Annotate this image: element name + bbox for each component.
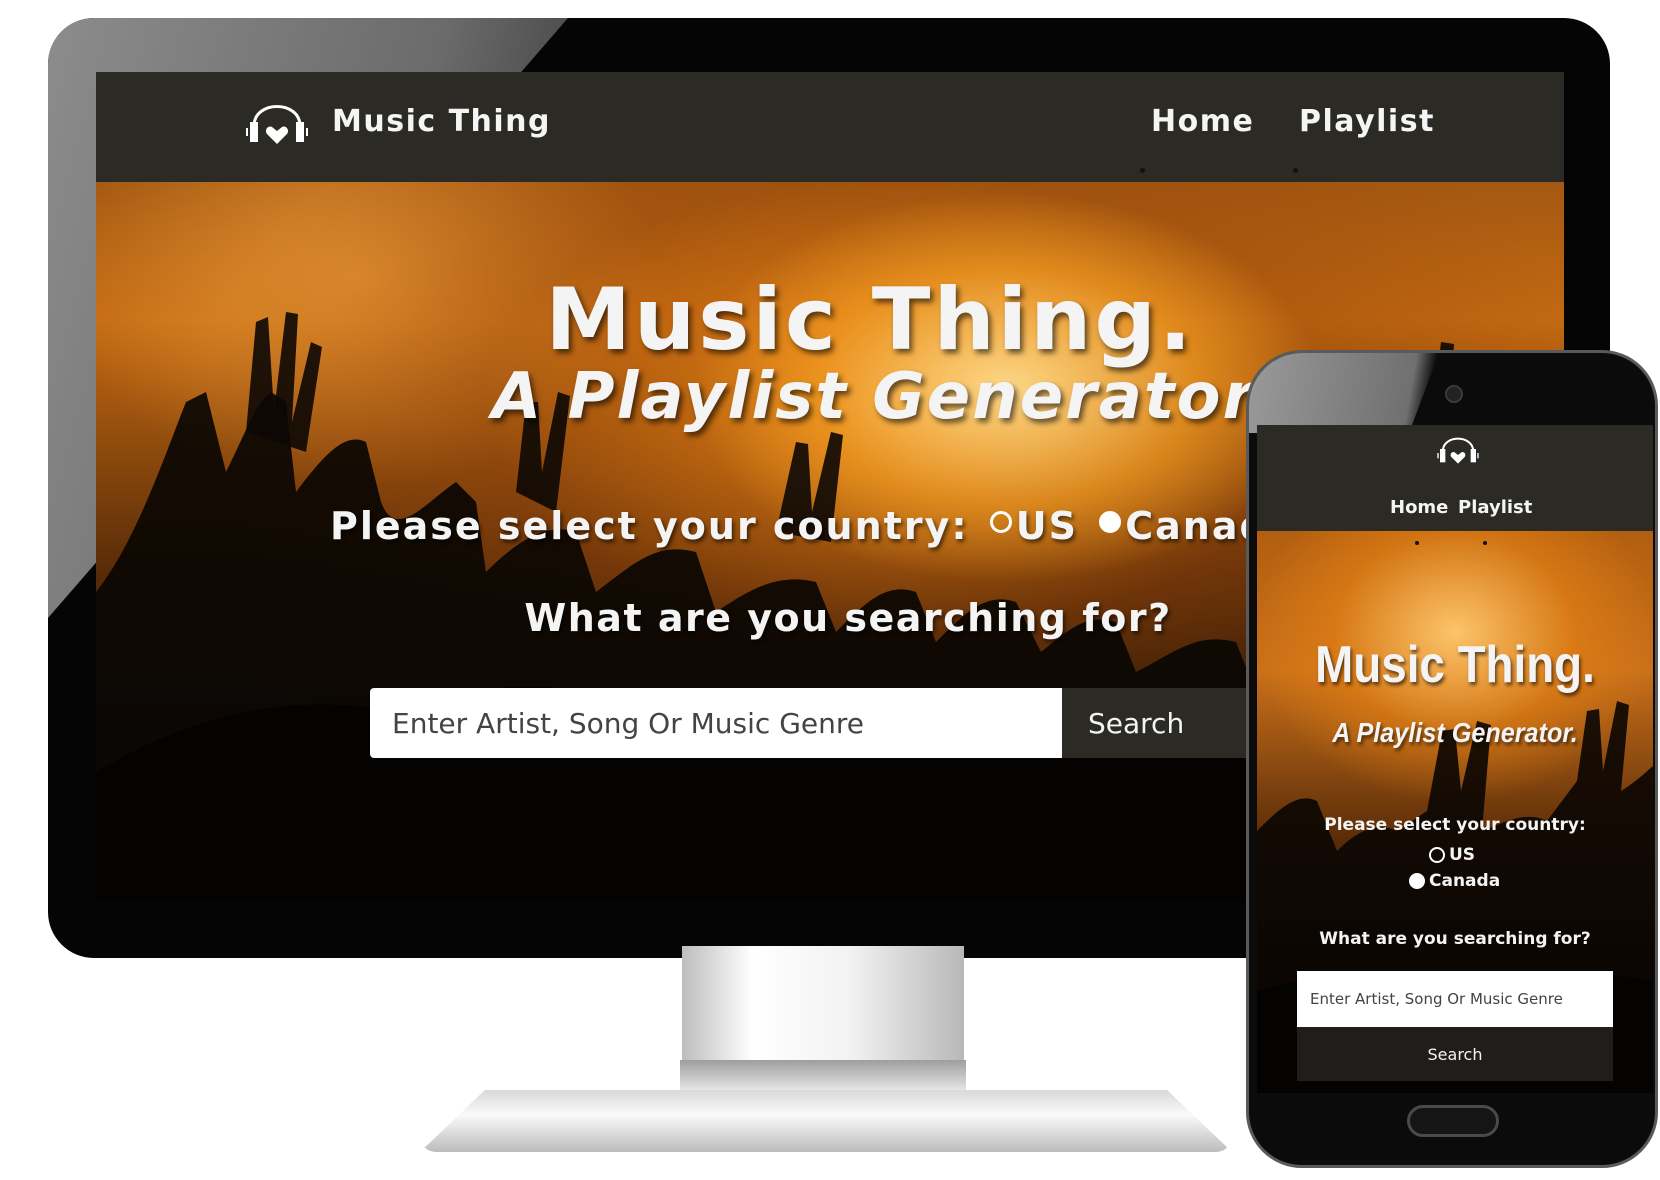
country-label-us[interactable]: US — [1016, 504, 1078, 548]
nav-indicator-dot — [1415, 541, 1419, 545]
monitor-stand-base — [420, 1090, 1232, 1152]
search-question: What are you searching for? — [1319, 929, 1591, 949]
search-button[interactable]: Search — [1062, 688, 1262, 758]
nav-indicator-dot — [1140, 168, 1145, 173]
country-label-us[interactable]: US — [1449, 845, 1475, 865]
search-input[interactable] — [1297, 971, 1613, 1027]
nav-home-link[interactable]: Home — [1390, 497, 1448, 518]
headphones-heart-icon[interactable] — [1437, 429, 1479, 477]
country-prompt: Please select your country: — [1324, 815, 1586, 835]
country-radio-us[interactable] — [1429, 847, 1445, 863]
mobile-navbar: Home Playlist — [1257, 425, 1653, 531]
country-option-canada[interactable]: Canada — [1409, 871, 1500, 891]
country-selector: Please select your country: US Canada — [330, 504, 1296, 548]
nav-playlist-link[interactable]: Playlist — [1458, 497, 1532, 518]
desktop-navbar: Music Thing Home Playlist — [96, 72, 1564, 182]
country-radio-canada[interactable] — [1099, 511, 1122, 533]
nav-home-link[interactable]: Home — [1151, 104, 1254, 139]
brand-name[interactable]: Music Thing — [332, 104, 551, 139]
search-button[interactable]: Search — [1297, 1027, 1613, 1081]
nav-playlist-link[interactable]: Playlist — [1299, 104, 1435, 139]
camera-icon — [1445, 385, 1463, 403]
headphones-heart-icon[interactable] — [246, 92, 308, 164]
country-label-canada[interactable]: Canada — [1429, 871, 1500, 891]
country-radio-canada[interactable] — [1409, 873, 1425, 889]
mobile-phone: Home Playlist Music Thing. A Playlist Ge… — [1246, 350, 1658, 1168]
country-option-us[interactable]: US — [1429, 845, 1475, 865]
hero-subtitle: A Playlist Generator. — [1332, 717, 1578, 748]
hero-title: Music Thing. — [1315, 636, 1595, 694]
nav-indicator-dot — [1483, 541, 1487, 545]
nav-indicator-dot — [1293, 168, 1298, 173]
monitor-stand-shadow — [680, 1060, 966, 1090]
phone-home-button[interactable] — [1407, 1105, 1499, 1137]
mobile-screen: Home Playlist Music Thing. A Playlist Ge… — [1257, 425, 1653, 1093]
country-radio-us[interactable] — [989, 511, 1012, 533]
search-input[interactable] — [370, 688, 1062, 758]
country-prompt: Please select your country: — [330, 504, 969, 548]
monitor-stand-neck — [682, 946, 964, 1064]
